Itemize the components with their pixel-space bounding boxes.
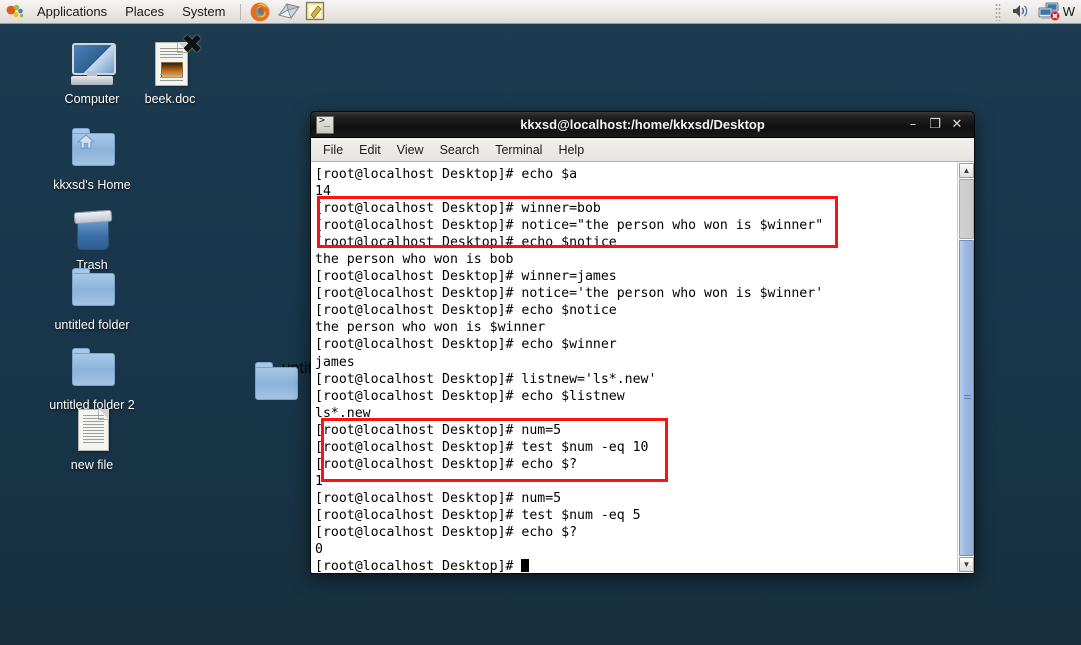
text-editor-icon[interactable] — [305, 1, 329, 23]
folder-icon — [65, 346, 119, 396]
file-icon — [65, 406, 119, 456]
firefox-icon[interactable] — [249, 1, 273, 23]
volume-icon[interactable] — [1009, 1, 1033, 23]
terminal-titlebar[interactable]: kkxsd@localhost:/home/kkxsd/Desktop – ❐ … — [311, 112, 974, 138]
minimize-button[interactable]: – — [904, 116, 922, 134]
panel-menu-places[interactable]: Places — [117, 2, 172, 22]
terminal-line: [root@localhost Desktop]# listnew='ls*.n… — [315, 371, 657, 387]
terminal-line: [root@localhost Desktop]# — [315, 558, 957, 573]
menu-terminal[interactable]: Terminal — [487, 140, 550, 160]
terminal-line: [root@localhost Desktop]# echo $a — [315, 167, 578, 182]
top-panel: Applications Places System W — [0, 0, 1081, 24]
tray-grip — [994, 2, 1001, 21]
terminal-prompt: [root@localhost Desktop]# — [315, 559, 522, 573]
terminal-line: james — [315, 354, 355, 370]
menu-file[interactable]: File — [315, 140, 351, 160]
computer-icon — [65, 40, 119, 90]
terminal-line: 14 — [315, 184, 331, 200]
scroll-down-arrow-icon[interactable]: ▼ — [959, 557, 974, 572]
home-folder-icon — [65, 126, 119, 176]
clock-label[interactable]: W — [1063, 4, 1077, 19]
terminal-line: [root@localhost Desktop]# notice='the pe… — [315, 286, 824, 302]
desktop-icon-untitled-folder-2[interactable]: untitled folder 2 — [37, 346, 147, 413]
terminal-line: [root@localhost Desktop]# echo $? — [315, 456, 578, 472]
email-icon[interactable] — [277, 1, 302, 23]
terminal-line: [root@localhost Desktop]# notice="the pe… — [315, 218, 824, 234]
desktop-screen: Applications Places System W Computer ✖ … — [0, 0, 1081, 645]
terminal-line: [root@localhost Desktop]# echo $winner — [315, 337, 617, 353]
terminal-line: [root@localhost Desktop]# echo $notice — [315, 303, 617, 319]
network-disconnected-icon[interactable] — [1037, 1, 1061, 23]
terminal-line: ls*.new — [315, 405, 371, 421]
terminal-cursor — [521, 559, 530, 573]
menu-view[interactable]: View — [389, 140, 432, 160]
desktop-icon-new-file[interactable]: new file — [37, 406, 147, 473]
terminal-icon — [316, 115, 334, 134]
terminal-line: [root@localhost Desktop]# echo $listnew — [315, 388, 625, 404]
close-x-marker: ✖ — [181, 30, 203, 60]
desktop-icon-beek-doc[interactable]: ✖ beek.doc — [115, 32, 225, 107]
terminal-window[interactable]: kkxsd@localhost:/home/kkxsd/Desktop – ❐ … — [310, 111, 975, 574]
terminal-scrollbar[interactable]: ▲ ▼ — [957, 162, 974, 573]
terminal-line: 0 — [315, 542, 323, 558]
window-title: kkxsd@localhost:/home/kkxsd/Desktop — [520, 117, 765, 132]
panel-menu-system[interactable]: System — [174, 2, 233, 22]
terminal-line: 1 — [315, 473, 323, 489]
desktop-icon-kkxsd-home[interactable]: kkxsd's Home — [37, 126, 147, 193]
terminal-line: [root@localhost Desktop]# echo $notice — [315, 235, 617, 251]
terminal-line: [root@localhost Desktop]# winner=james — [315, 269, 617, 285]
terminal-line: [root@localhost Desktop]# test $num -eq … — [315, 507, 641, 523]
desktop-icon-label: Computer — [64, 92, 120, 106]
folder-icon — [65, 266, 119, 316]
scroll-up-arrow-icon[interactable]: ▲ — [959, 163, 974, 178]
desktop-icon-label: kkxsd's Home — [53, 178, 131, 192]
desktop-icon-untitled-folder[interactable]: untitled folder — [37, 266, 147, 333]
terminal-screen[interactable]: [root@localhost Desktop]# echo $a 14 [root… — [311, 162, 957, 573]
desktop-icon-label: untitled folder — [54, 318, 130, 332]
document-icon: ✖ — [143, 32, 203, 90]
scrollbar-track[interactable] — [959, 179, 974, 239]
terminal-output: [root@localhost Desktop]# echo $a 14 [root… — [315, 166, 957, 573]
terminal-line: [root@localhost Desktop]# test $num -eq … — [315, 439, 649, 455]
window-buttons: – ❐ ✕ — [900, 116, 974, 134]
terminal-line: [root@localhost Desktop]# winner=bob — [315, 201, 601, 217]
terminal-menubar: File Edit View Search Terminal Help — [311, 138, 974, 162]
terminal-line: the person who won is $winner — [315, 320, 546, 336]
scrollbar-thumb[interactable] — [959, 240, 974, 556]
close-button[interactable]: ✕ — [948, 116, 966, 134]
terminal-line: [root@localhost Desktop]# num=5 — [315, 422, 562, 438]
terminal-line: [root@localhost Desktop]# num=5 — [315, 490, 562, 506]
panel-separator — [240, 3, 242, 20]
terminal-line: [root@localhost Desktop]# echo $? — [315, 524, 578, 540]
trash-icon — [65, 206, 119, 256]
desktop-icon-trash[interactable]: Trash — [37, 206, 147, 273]
menu-edit[interactable]: Edit — [351, 140, 389, 160]
menu-help[interactable]: Help — [550, 140, 592, 160]
desktop-icon-label: beek.doc — [144, 92, 196, 106]
panel-tray: W — [989, 1, 1081, 23]
desktop-icon-label: new file — [70, 458, 114, 472]
panel-menu-applications[interactable]: Applications — [29, 2, 115, 22]
gnome-foot-icon — [4, 2, 26, 22]
terminal-line: the person who won is bob — [315, 252, 514, 268]
maximize-button[interactable]: ❐ — [926, 116, 944, 134]
terminal-body: [root@localhost Desktop]# echo $a 14 [root… — [311, 162, 974, 573]
menu-search[interactable]: Search — [432, 140, 488, 160]
